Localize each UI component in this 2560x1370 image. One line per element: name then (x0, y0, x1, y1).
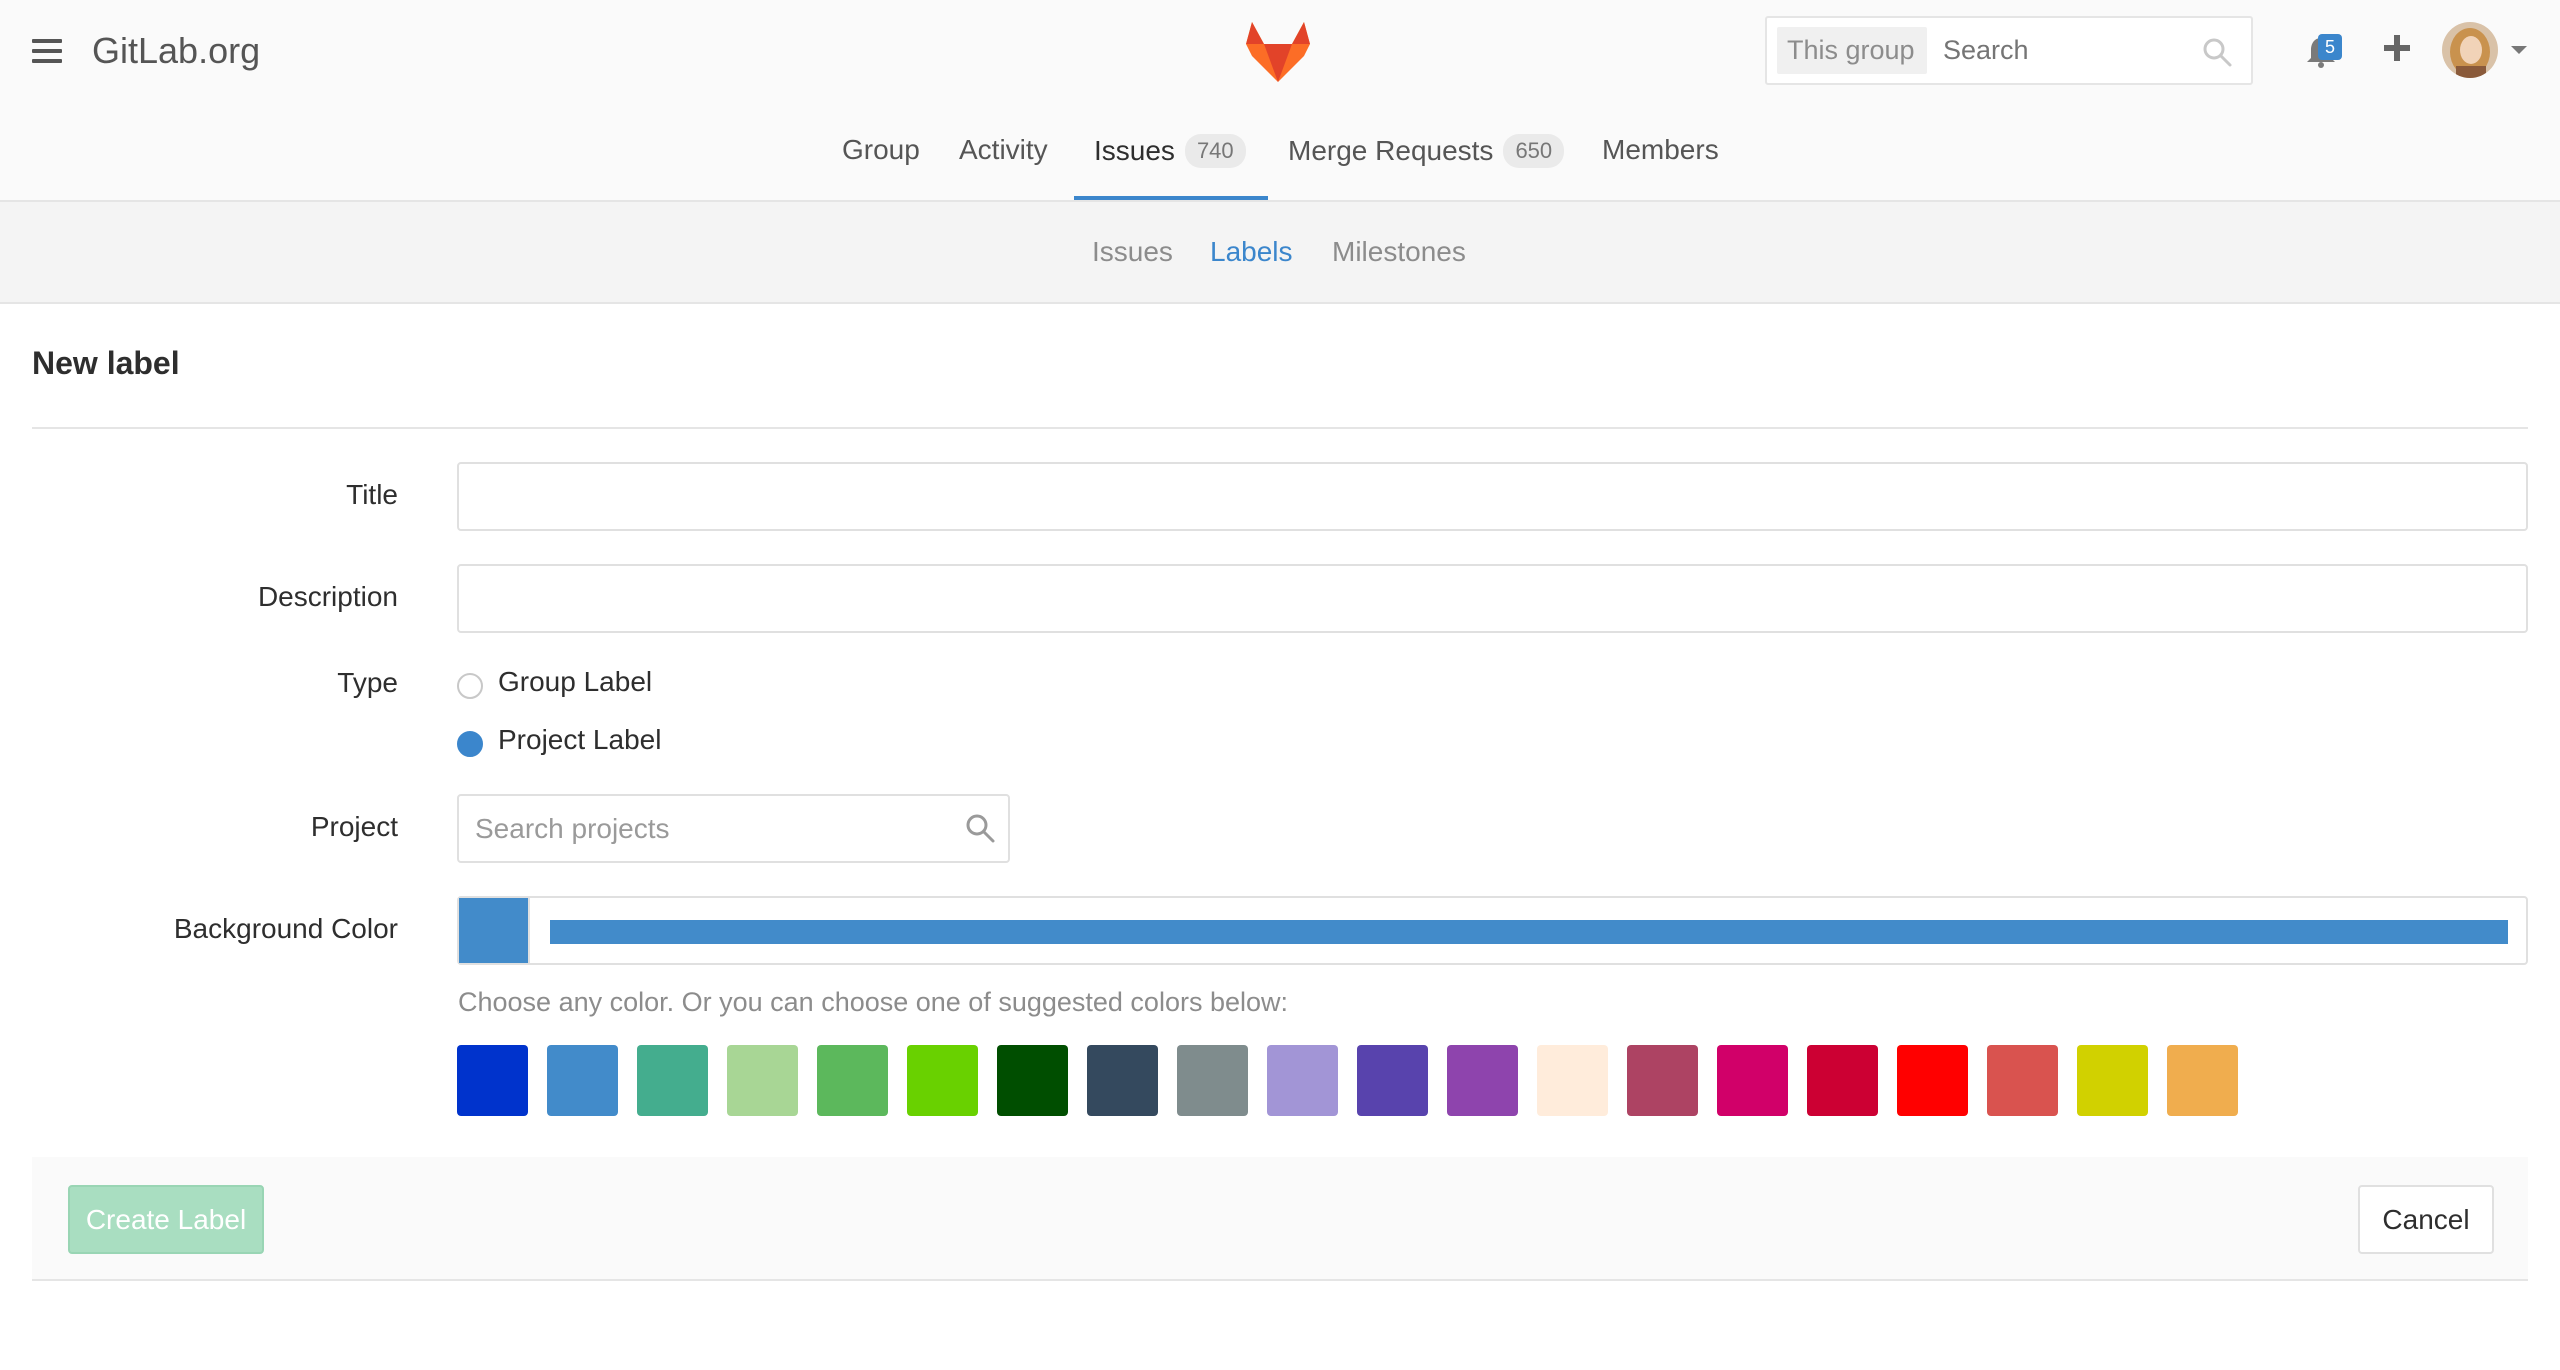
color-swatch[interactable] (1717, 1045, 1788, 1116)
background-color-label: Background Color (173, 913, 398, 944)
tab-issues[interactable]: Issues 740 (1094, 134, 1246, 202)
group-name[interactable]: GitLab.org (92, 30, 260, 72)
title-label: Title (346, 479, 398, 510)
sub-nav: Issues Labels Milestones (0, 202, 2560, 304)
group-label-radio[interactable] (457, 673, 483, 699)
color-swatch[interactable] (2077, 1045, 2148, 1116)
menu-icon[interactable] (32, 39, 62, 63)
group-label-option[interactable]: Group Label (498, 666, 652, 698)
tab-group[interactable]: Group (842, 134, 920, 202)
color-swatch[interactable] (1087, 1045, 1158, 1116)
color-value-field[interactable] (550, 920, 2508, 944)
project-label-radio[interactable] (457, 731, 483, 757)
search-scope-badge[interactable]: This group (1777, 27, 1927, 74)
search-icon (966, 814, 995, 843)
search-box[interactable]: This group (1765, 16, 2253, 85)
create-label-button[interactable]: Create Label (68, 1185, 264, 1254)
color-swatch[interactable] (457, 1045, 528, 1116)
search-icon (2203, 38, 2232, 67)
tab-members[interactable]: Members (1602, 134, 1719, 202)
search-input[interactable] (1943, 27, 2183, 74)
project-label-option[interactable]: Project Label (498, 724, 661, 756)
color-swatch[interactable] (997, 1045, 1068, 1116)
color-swatch[interactable] (817, 1045, 888, 1116)
color-hint-text: Choose any color. Or you can choose one … (458, 987, 1288, 1017)
plus-icon[interactable] (2381, 32, 2413, 64)
description-label: Description (257, 581, 398, 612)
color-swatch[interactable] (1987, 1045, 2058, 1116)
subtab-milestones[interactable]: Milestones (1332, 236, 1466, 268)
title-input[interactable] (457, 462, 2528, 531)
tab-activity[interactable]: Activity (959, 134, 1048, 202)
tab-merge-requests[interactable]: Merge Requests 650 (1288, 134, 1565, 202)
chevron-down-icon[interactable] (2511, 46, 2527, 54)
color-swatch[interactable] (1447, 1045, 1518, 1116)
cancel-button[interactable]: Cancel (2358, 1185, 2494, 1254)
color-swatch[interactable] (1807, 1045, 1878, 1116)
page-title: New label (32, 345, 180, 381)
subtab-labels[interactable]: Labels (1210, 236, 1293, 268)
user-avatar[interactable] (2442, 22, 2498, 78)
project-label: Project (310, 811, 398, 842)
notification-count-badge: 5 (2318, 34, 2342, 60)
merge-requests-count-badge: 650 (1503, 134, 1565, 168)
color-swatch[interactable] (1357, 1045, 1428, 1116)
color-preview-swatch[interactable] (459, 898, 530, 963)
color-swatch[interactable] (2167, 1045, 2238, 1116)
subtab-issues[interactable]: Issues (1092, 236, 1173, 268)
form-actions: Create Label Cancel (32, 1157, 2528, 1281)
color-swatch[interactable] (907, 1045, 978, 1116)
issues-count-badge: 740 (1184, 134, 1246, 168)
title-divider (32, 427, 2528, 429)
active-tab-indicator (1074, 196, 1268, 200)
color-swatch[interactable] (1267, 1045, 1338, 1116)
project-search-input[interactable] (457, 794, 1010, 863)
type-label: Type (337, 667, 398, 698)
background-color-input[interactable] (457, 896, 2528, 965)
color-swatch[interactable] (547, 1045, 618, 1116)
description-input[interactable] (457, 564, 2528, 633)
color-swatch[interactable] (1537, 1045, 1608, 1116)
color-swatch[interactable] (1897, 1045, 1968, 1116)
color-swatch[interactable] (637, 1045, 708, 1116)
color-swatch[interactable] (1177, 1045, 1248, 1116)
color-swatch[interactable] (727, 1045, 798, 1116)
color-swatch[interactable] (1627, 1045, 1698, 1116)
gitlab-logo-icon[interactable] (1242, 16, 1314, 84)
group-nav: Group Activity Issues 740 Merge Requests 6… (0, 118, 2560, 202)
